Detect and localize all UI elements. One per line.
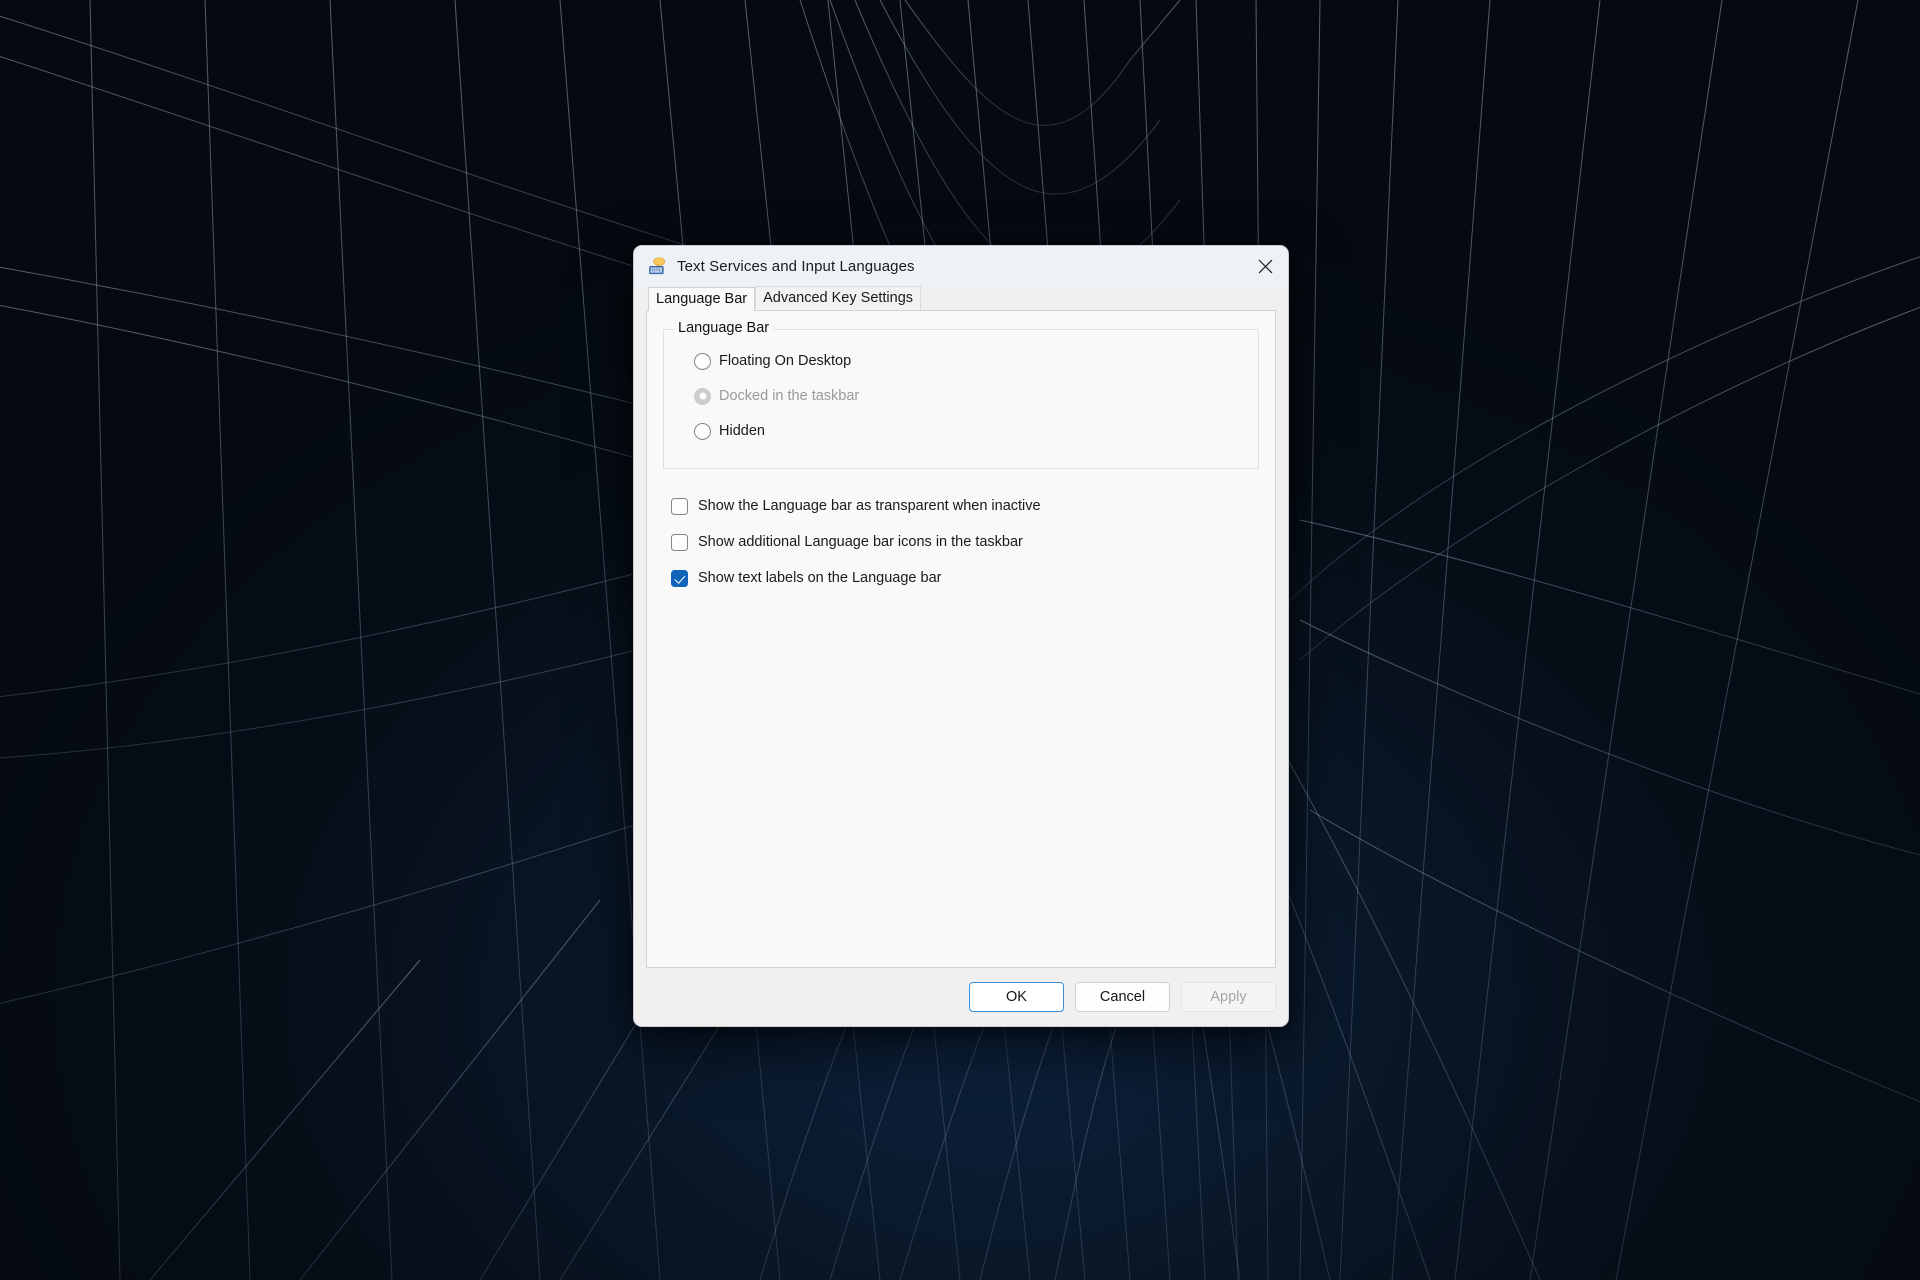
language-bar-groupbox: Language Bar Floating On Desktop Docked … (663, 329, 1259, 469)
checkbox-row-transparent-when-inactive[interactable]: Show the Language bar as transparent whe… (671, 493, 1259, 519)
text-services-dialog: Text Services and Input Languages Langua… (633, 245, 1289, 1027)
checkbox-transparent-when-inactive[interactable] (671, 498, 688, 515)
checkbox-label-show-text-labels: Show text labels on the Language bar (698, 570, 941, 586)
radio-row-floating-on-desktop[interactable]: Floating On Desktop (694, 346, 1248, 376)
checkbox-additional-icons-taskbar[interactable] (671, 534, 688, 551)
radio-label-floating-on-desktop: Floating On Desktop (719, 353, 851, 369)
dialog-title: Text Services and Input Languages (677, 258, 915, 275)
desktop-background: Text Services and Input Languages Langua… (0, 0, 1920, 1280)
close-button[interactable] (1242, 246, 1288, 286)
checkbox-row-show-text-labels[interactable]: Show text labels on the Language bar (671, 565, 1259, 591)
tab-advanced-key-settings[interactable]: Advanced Key Settings (755, 286, 921, 310)
apply-button: Apply (1181, 982, 1276, 1012)
checkbox-label-transparent-when-inactive: Show the Language bar as transparent whe… (698, 498, 1041, 514)
radio-docked-in-taskbar (694, 388, 711, 405)
radio-row-hidden[interactable]: Hidden (694, 416, 1248, 446)
checkbox-show-text-labels[interactable] (671, 570, 688, 587)
cancel-button[interactable]: Cancel (1075, 982, 1170, 1012)
checkbox-group: Show the Language bar as transparent whe… (663, 493, 1259, 591)
radio-label-docked-in-taskbar: Docked in the taskbar (719, 388, 859, 404)
checkbox-label-additional-icons-taskbar: Show additional Language bar icons in th… (698, 534, 1023, 550)
radio-label-hidden: Hidden (719, 423, 765, 439)
close-icon (1258, 259, 1273, 274)
dialog-footer: OK Cancel Apply (634, 968, 1288, 1026)
ok-button[interactable]: OK (969, 982, 1064, 1012)
checkbox-row-additional-icons-taskbar[interactable]: Show additional Language bar icons in th… (671, 529, 1259, 555)
tab-language-bar[interactable]: Language Bar (648, 287, 755, 311)
radio-hidden[interactable] (694, 423, 711, 440)
radio-row-docked-in-taskbar: Docked in the taskbar (694, 381, 1248, 411)
tab-content-language-bar: Language Bar Floating On Desktop Docked … (646, 310, 1276, 968)
groupbox-legend: Language Bar (674, 320, 774, 336)
dialog-titlebar: Text Services and Input Languages (634, 246, 1288, 286)
text-services-keyboard-icon (648, 256, 668, 276)
tab-strip: Language Bar Advanced Key Settings (634, 286, 1288, 310)
radio-floating-on-desktop[interactable] (694, 353, 711, 370)
